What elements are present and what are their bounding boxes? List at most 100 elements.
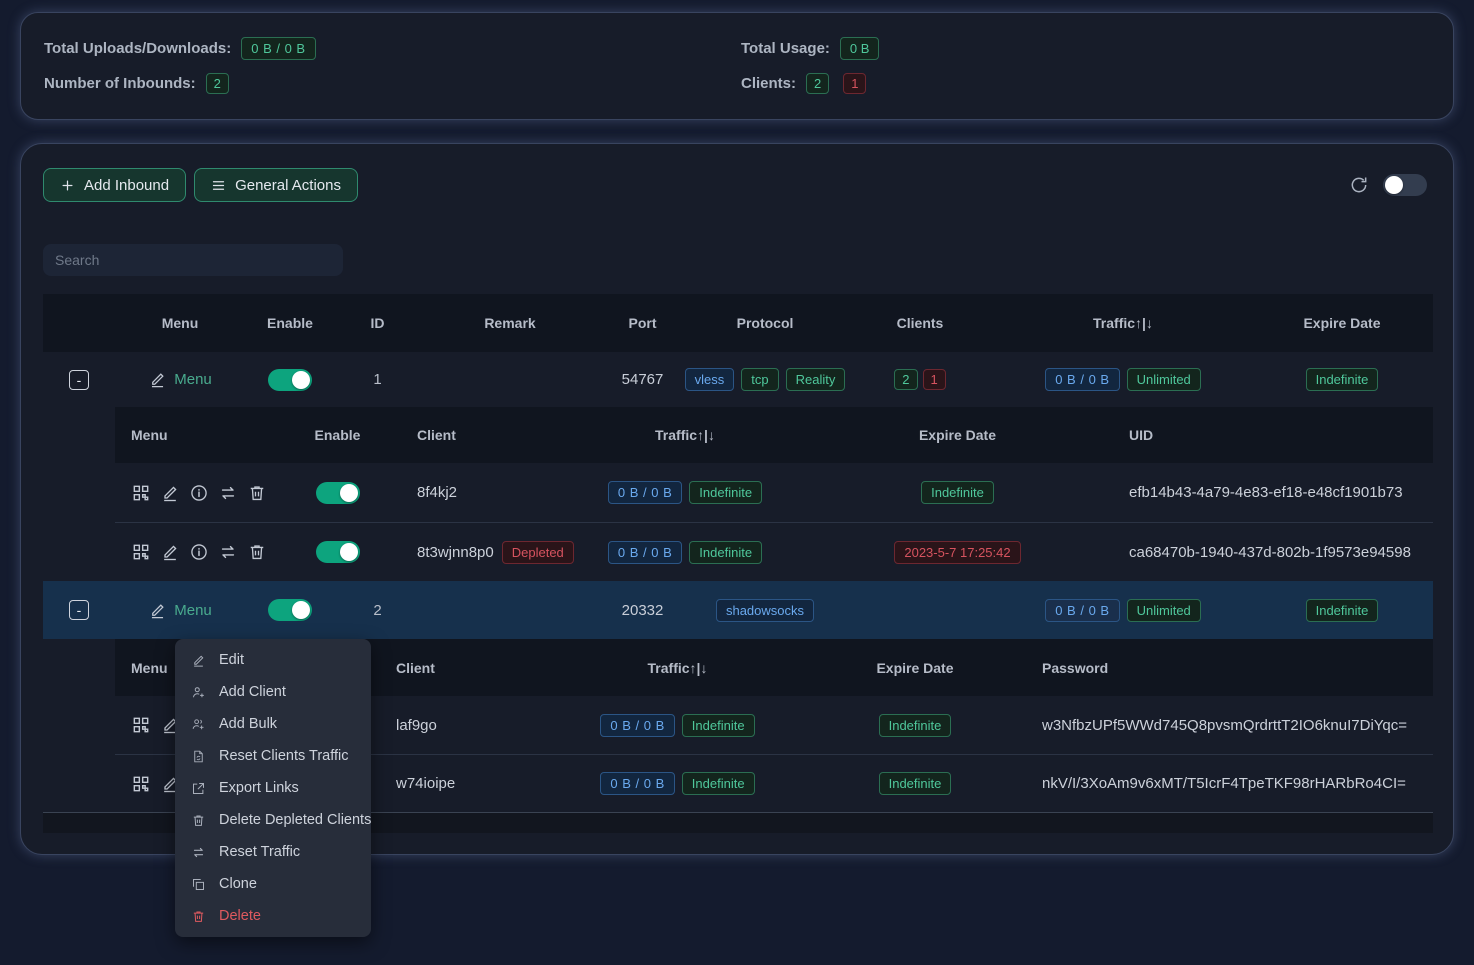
inbound-row-2: - Menu 2 20332 shadowsocks 0 B / 0 B Unl… (43, 581, 1433, 639)
client-password: nkV/I/3XoAm9v6xMT/T5IcrF4TpeTKF98rHARbRo… (1030, 755, 1433, 812)
qr-code-icon[interactable] (131, 542, 151, 562)
search-input[interactable] (43, 244, 343, 276)
copy-icon (191, 877, 206, 892)
menu-item-delete[interactable]: Delete (175, 900, 371, 932)
menu-item-reset-clients-traffic[interactable]: Reset Clients Traffic (175, 740, 371, 772)
client-uid: efb14b43-4a79-4e83-ef18-e48cf1901b73 (1105, 463, 1433, 522)
client-uid: ca68470b-1940-437d-802b-1f9573e94598 (1105, 523, 1433, 581)
stat-value-badge: 0 B / 0 B (241, 37, 315, 60)
menu-item-add-client[interactable]: Add Client (175, 676, 371, 708)
client-expire-badge: Indefinite (879, 714, 952, 737)
inbound-port: 20332 (600, 581, 685, 639)
inbound-menu-button[interactable]: Menu (148, 370, 212, 389)
clients-active-badge: 2 (806, 73, 829, 94)
inbound-menu-label: Menu (174, 602, 212, 619)
client-traffic-limit-badge: Indefinite (689, 541, 762, 564)
sub-header-enable: Enable (290, 407, 385, 463)
stat-label: Number of Inbounds: (44, 75, 196, 92)
collapse-row-button[interactable]: - (69, 600, 89, 620)
protocol-badge: shadowsocks (716, 599, 814, 622)
stat-clients: Clients: 2 1 (741, 73, 1430, 94)
stat-label: Total Uploads/Downloads: (44, 40, 231, 57)
inbound-enable-toggle[interactable] (268, 369, 312, 391)
stats-panel: Total Uploads/Downloads: 0 B / 0 B Total… (20, 12, 1454, 120)
client-name: 8f4kj2 (385, 463, 560, 522)
edit-client-icon[interactable] (160, 542, 180, 562)
user-add-icon (191, 685, 206, 700)
delete-client-icon[interactable] (247, 542, 267, 562)
header-expire-date: Expire Date (1251, 294, 1433, 352)
header-enable: Enable (245, 294, 335, 352)
header-remark: Remark (420, 294, 600, 352)
client-traffic-badge: 0 B / 0 B (600, 714, 674, 737)
client-name: laf9go (380, 696, 555, 754)
inbound-id: 1 (335, 352, 420, 407)
sub-header-menu: Menu (115, 407, 290, 463)
client-traffic-limit-badge: Indefinite (689, 481, 762, 504)
sub-header-traffic-sort[interactable]: Traffic↑|↓ (555, 639, 800, 696)
qr-code-icon[interactable] (131, 715, 151, 735)
header-expand (43, 294, 115, 352)
users-add-icon (191, 717, 206, 732)
edit-client-icon[interactable] (160, 483, 180, 503)
inbound-port: 54767 (600, 352, 685, 407)
client-password: w3NfbzUPf5WWd745Q8pvsmQrdrttT2IO6knuI7Di… (1030, 696, 1433, 754)
menu-item-add-bulk[interactable]: Add Bulk (175, 708, 371, 740)
delete-client-icon[interactable] (247, 483, 267, 503)
clients-active-badge: 2 (894, 369, 917, 390)
client-row-1: 8f4kj2 0 B / 0 B Indefinite Indefinite e… (115, 463, 1433, 522)
header-id: ID (335, 294, 420, 352)
inbound-remark (420, 581, 600, 639)
reset-traffic-icon[interactable] (218, 483, 238, 503)
inbound-enable-toggle[interactable] (268, 599, 312, 621)
sub-header-uid: UID (1105, 407, 1433, 463)
traffic-badge: 0 B / 0 B (1045, 599, 1119, 622)
refresh-icon[interactable] (1349, 175, 1369, 195)
client-enable-toggle[interactable] (316, 541, 360, 563)
collapse-row-button[interactable]: - (69, 370, 89, 390)
header-protocol: Protocol (685, 294, 845, 352)
stat-value-badge: 2 (206, 73, 229, 94)
client-enable-toggle[interactable] (316, 482, 360, 504)
sub-header-expire-date: Expire Date (810, 407, 1105, 463)
menu-item-clone[interactable]: Clone (175, 868, 371, 900)
file-sync-icon (191, 749, 206, 764)
trash-icon (191, 909, 206, 924)
menu-item-reset-traffic[interactable]: Reset Traffic (175, 836, 371, 868)
general-actions-label: General Actions (235, 177, 341, 194)
traffic-limit-badge: Unlimited (1127, 599, 1201, 622)
subtable-header-row: Menu Enable Client Traffic↑|↓ Expire Dat… (115, 407, 1433, 463)
sub-header-traffic-sort[interactable]: Traffic↑|↓ (560, 407, 810, 463)
clients-subtable-1: Menu Enable Client Traffic↑|↓ Expire Dat… (115, 407, 1433, 581)
menu-item-edit[interactable]: Edit (175, 644, 371, 676)
info-icon[interactable] (189, 483, 209, 503)
menu-item-delete-depleted-clients[interactable]: Delete Depleted Clients (175, 804, 371, 836)
general-actions-button[interactable]: General Actions (194, 168, 358, 202)
sub-header-client: Client (380, 639, 555, 696)
client-traffic-limit-badge: Indefinite (682, 714, 755, 737)
client-name: 8t3wjnn8p0 (417, 544, 494, 561)
qr-code-icon[interactable] (131, 483, 151, 503)
inbound-clients (845, 581, 995, 639)
header-menu: Menu (115, 294, 245, 352)
header-traffic-sort[interactable]: Traffic↑|↓ (995, 294, 1251, 352)
client-name: w74ioipe (380, 755, 555, 812)
client-expire-badge: Indefinite (921, 481, 994, 504)
security-badge: Reality (786, 368, 846, 391)
auto-refresh-toggle[interactable] (1383, 174, 1427, 196)
stat-total-usage: Total Usage: 0 B (741, 37, 1430, 60)
info-icon[interactable] (189, 542, 209, 562)
inbound-context-menu: Edit Add Client Add Bulk Reset Clients T… (175, 639, 371, 937)
transmission-badge: tcp (741, 368, 778, 391)
stat-total-uploads-downloads: Total Uploads/Downloads: 0 B / 0 B (44, 37, 741, 60)
client-traffic-limit-badge: Indefinite (682, 772, 755, 795)
edit-pencil-icon (148, 370, 167, 389)
client-expire-badge: 2023-5-7 17:25:42 (894, 541, 1020, 564)
reset-traffic-icon[interactable] (218, 542, 238, 562)
menu-item-export-links[interactable]: Export Links (175, 772, 371, 804)
edit-pencil-icon (191, 653, 206, 668)
inbound-menu-button[interactable]: Menu (148, 601, 212, 620)
client-traffic-badge: 0 B / 0 B (608, 481, 682, 504)
add-inbound-button[interactable]: Add Inbound (43, 168, 186, 202)
qr-code-icon[interactable] (131, 774, 151, 794)
